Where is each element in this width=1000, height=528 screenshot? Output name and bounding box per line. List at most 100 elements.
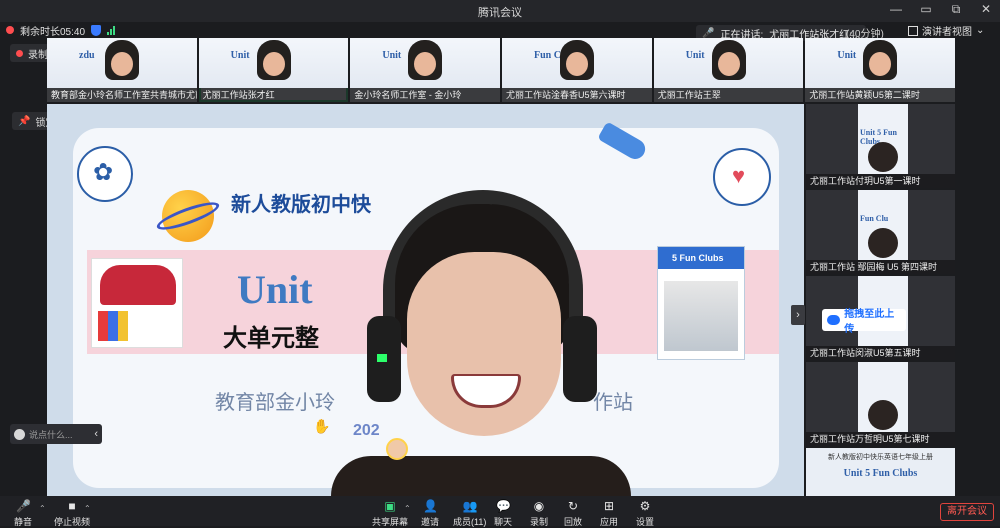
members-button[interactable]: 👥 成员(11) (453, 500, 486, 528)
slide-unit-title: Unit (237, 267, 313, 312)
layout-icon (908, 25, 918, 36)
tile-slide-subtitle: 新人教版初中快乐英语七年级上册 (828, 454, 933, 461)
share-options-chevron-icon[interactable]: ⌃ (404, 504, 411, 513)
settings-button[interactable]: ⚙ 设置 (636, 500, 654, 528)
participant-name: 尤丽工作站王翠 (653, 88, 804, 102)
participant-name: 尤丽工作站淦春香U5第六课时 (502, 88, 652, 102)
participant-video (262, 52, 285, 76)
participant-tile[interactable]: Unit 金小玲名师工作室 - 金小玲 (350, 38, 501, 102)
participant-name: 教育部金小玲名师工作室共青城市尤丽 (47, 88, 197, 102)
shared-screen: 新人教版初中快 Unit 大单元整 5 Fun Clubs 教育部金小玲 作站 … (47, 104, 804, 496)
mute-options-chevron-icon[interactable]: ⌃ (39, 504, 46, 513)
slide-footer: 教育部金小玲 (215, 390, 335, 414)
participant-video (717, 52, 740, 76)
maximize-button[interactable]: ▭ (918, 2, 934, 17)
tile-slide-title: Unit 5 Fun Clubs (843, 468, 918, 479)
replay-button[interactable]: ↻ 回放 (564, 500, 582, 528)
collapse-chevron-icon[interactable]: ‹ (94, 428, 98, 440)
members-icon: 👥 (462, 499, 478, 513)
chat-button[interactable]: 💬 聊天 (494, 500, 512, 528)
microphone-icon: 🎤 (16, 499, 31, 513)
video-options-chevron-icon[interactable]: ⌃ (84, 504, 91, 513)
security-shield-icon[interactable] (91, 24, 102, 36)
participant-video (868, 400, 898, 430)
network-signal-icon[interactable] (107, 25, 116, 35)
view-mode-button[interactable]: 演讲者视图 ⌄ (908, 23, 984, 38)
participant-video (868, 228, 898, 258)
title-bar: 腾讯会议 — ▭ ⧉ ✕ (0, 0, 1000, 22)
invite-icon: 👤 (423, 499, 438, 513)
timer-icon (6, 26, 14, 34)
cursor-hand-icon: ✋ (313, 418, 331, 434)
stop-video-label: 停止视频 (54, 517, 91, 527)
meeting-info-bar: 剩余时长05:40 (6, 22, 116, 38)
avatar (386, 438, 408, 460)
participant-tile-active[interactable]: Unit 尤丽工作站张才红 (198, 38, 349, 102)
side-participant-list: Unit 5 Fun Clubs 尤丽工作站付玥U5第一课时 Fun Clu 尤… (806, 104, 955, 498)
participant-tile[interactable]: zdu 教育部金小玲名师工作室共青城市尤丽 (47, 38, 197, 102)
participant-tile[interactable]: 新人教版初中快乐英语七年级上册 Unit 5 Fun Clubs (806, 448, 955, 496)
upload-label: 拖拽至此上传 (844, 309, 895, 335)
presenter-video (331, 160, 631, 496)
tile-slide-text: Unit (685, 50, 705, 61)
participant-tile[interactable]: Fun Clu 尤丽工作站 鄢园梅 U5 第四课时 (806, 190, 955, 274)
share-screen-button[interactable]: ▣ 共享屏幕 (372, 500, 408, 528)
bottom-toolbar: 🎤 静音 ⌃ ■ 停止视频 ⌃ ▣ 共享屏幕 ⌃ 👤 邀请 👥 成员(11) 💬 聊天 ◉ 录… (0, 496, 1000, 528)
close-button[interactable]: ✕ (978, 2, 994, 17)
remaining-time: 剩余时长05:40 (20, 26, 86, 38)
school-logo-right (713, 148, 771, 206)
participant-name: 金小玲名师工作室 - 金小玲 (350, 88, 501, 102)
participant-name: 尤丽工作站万哲明U5第七课时 (806, 432, 955, 446)
window-controls: — ▭ ⧉ ✕ (888, 2, 994, 17)
participant-tile[interactable]: Unit 尤丽工作站黄颖U5第二课时 (805, 38, 956, 102)
record-label: 录制 (530, 517, 549, 527)
chat-label: 聊天 (494, 517, 513, 527)
slide-subhead: 大单元整 (223, 324, 319, 352)
expand-panel-button[interactable]: › (791, 305, 805, 325)
slide-poster-image (91, 258, 183, 348)
participant-tile[interactable]: Fun Clubs 尤丽工作站淦春香U5第六课时 (502, 38, 652, 102)
apps-button[interactable]: ⊞ 应用 (600, 500, 618, 528)
record-icon (16, 49, 23, 57)
microphone-icon: 🎤 (702, 27, 715, 39)
mute-label: 静音 (14, 517, 33, 527)
share-label: 共享屏幕 (372, 517, 409, 527)
participant-name: 尤丽工作站张才红 (198, 88, 349, 102)
view-mode-label: 演讲者视图 (922, 27, 972, 38)
apps-grid-icon: ⊞ (603, 499, 615, 513)
members-label: 成员(11) (453, 517, 487, 527)
tile-slide-text: Unit (230, 50, 250, 61)
leave-meeting-button[interactable]: 离开会议 (940, 503, 994, 521)
chevron-down-icon: ⌄ (976, 25, 985, 36)
participant-video (566, 52, 589, 76)
participant-tile[interactable]: Unit 尤丽工作站王翠 (653, 38, 804, 102)
fun-clubs-banner: 5 Fun Clubs (658, 247, 744, 269)
participant-tile[interactable]: 尤丽工作站万哲明U5第七课时 (806, 362, 955, 446)
mute-button[interactable]: 🎤 静音 (14, 500, 32, 528)
participant-video (111, 52, 133, 76)
gear-icon: ⚙ (639, 499, 651, 513)
tile-slide-text: Unit (837, 50, 857, 61)
invite-button[interactable]: 👤 邀请 (421, 500, 439, 528)
participant-name: 尤丽工作站闵淑U5第五课时 (806, 346, 955, 360)
invite-label: 邀请 (421, 517, 440, 527)
cloud-upload-icon (827, 315, 841, 325)
participant-name: 尤丽工作站付玥U5第一课时 (806, 174, 955, 188)
minimize-button[interactable]: — (888, 2, 904, 17)
restore-button[interactable]: ⧉ (948, 2, 964, 17)
tile-slide-text: Fun Clu (860, 214, 889, 223)
quick-chat-input[interactable]: 说点什么... ‹ (10, 424, 102, 444)
replay-label: 回放 (564, 517, 583, 527)
record-button[interactable]: ◉ 录制 (530, 500, 548, 528)
drag-upload-button[interactable]: 拖拽至此上传 (822, 309, 906, 335)
participant-strip: zdu 教育部金小玲名师工作室共青城市尤丽 Unit 尤丽工作站张才红 Unit… (47, 38, 956, 102)
tile-slide-text: Unit (382, 50, 402, 61)
school-logo-left (77, 146, 133, 202)
chat-placeholder: 说点什么... (29, 429, 73, 440)
record-icon: ◉ (533, 499, 545, 513)
apps-label: 应用 (600, 517, 619, 527)
share-screen-icon: ▣ (384, 499, 396, 513)
chat-icon: 💬 (496, 499, 511, 513)
pin-icon: 📌 (18, 115, 31, 127)
participant-tile[interactable]: Unit 5 Fun Clubs 尤丽工作站付玥U5第一课时 (806, 104, 955, 188)
